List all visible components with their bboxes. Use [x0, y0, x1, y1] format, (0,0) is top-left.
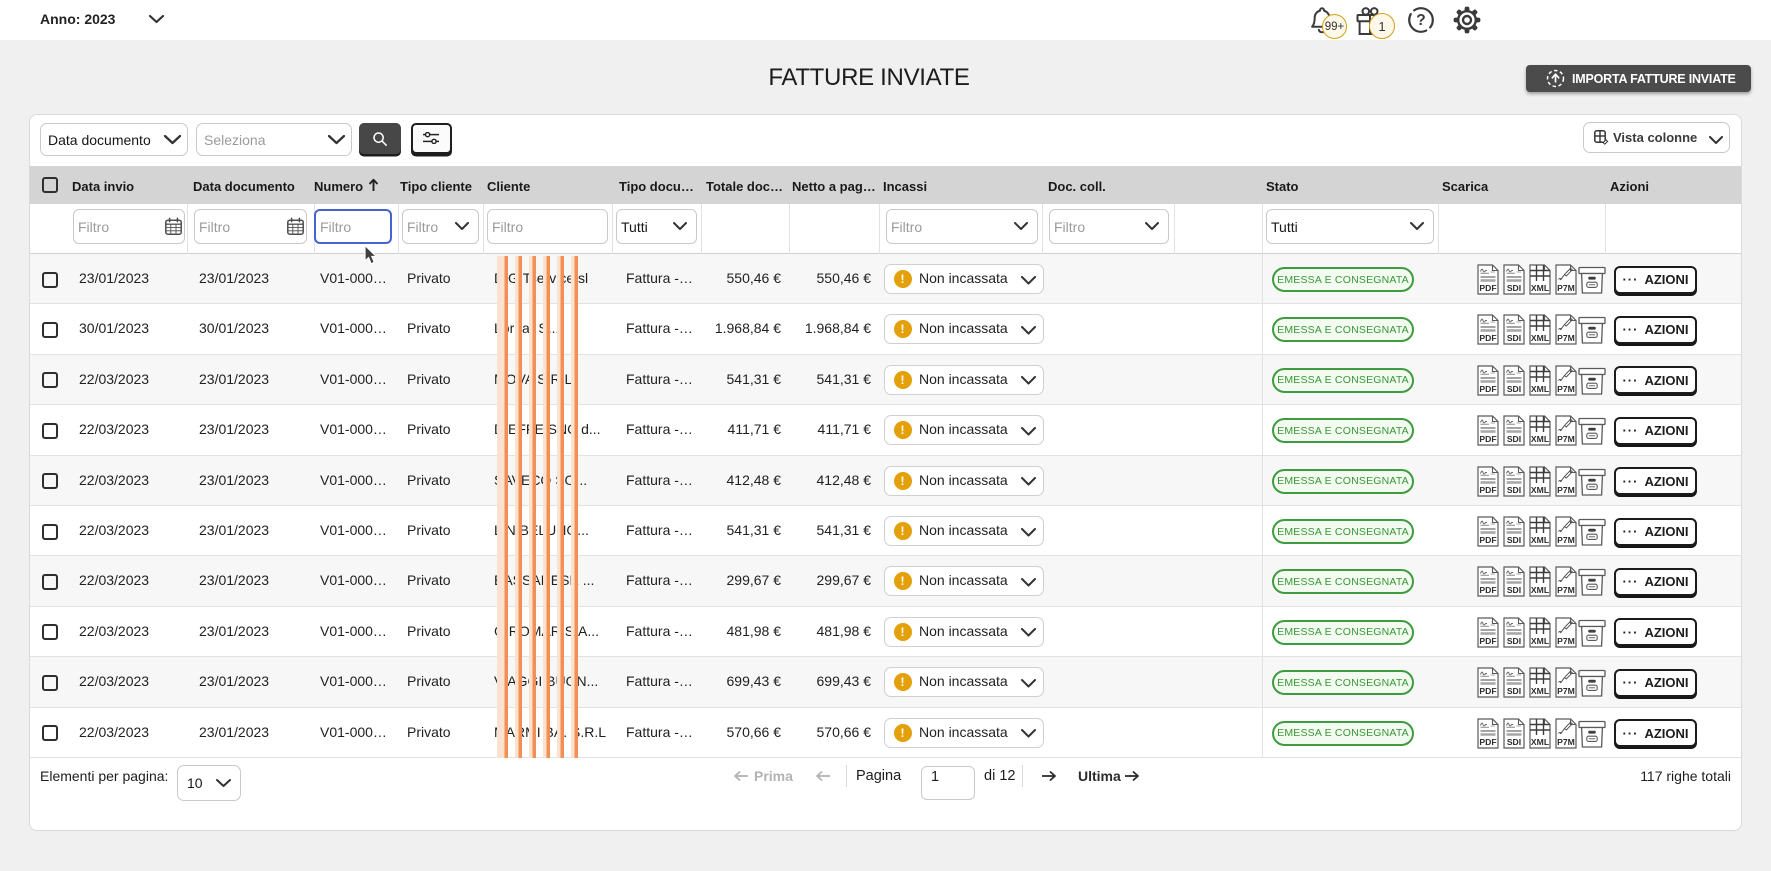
- svg-text:P7M: P7M: [1557, 434, 1575, 444]
- svg-text:SDI: SDI: [1507, 283, 1521, 293]
- svg-text:SDI: SDI: [1507, 333, 1521, 343]
- svg-text:P7M: P7M: [1557, 535, 1575, 545]
- svg-text:XML: XML: [1531, 585, 1549, 595]
- svg-text:?: ?: [1416, 12, 1425, 29]
- svg-text:P7M: P7M: [1557, 485, 1575, 495]
- svg-text:XML: XML: [1531, 535, 1549, 545]
- svg-text:XML: XML: [1531, 384, 1549, 394]
- svg-text:SDI: SDI: [1507, 585, 1521, 595]
- svg-text:XML: XML: [1531, 686, 1549, 696]
- svg-text:SDI: SDI: [1507, 535, 1521, 545]
- svg-text:P7M: P7M: [1557, 686, 1575, 696]
- svg-text:PDF: PDF: [1479, 737, 1496, 747]
- svg-text:PDF: PDF: [1479, 636, 1496, 646]
- svg-text:PDF: PDF: [1479, 283, 1496, 293]
- svg-text:PDF: PDF: [1479, 585, 1496, 595]
- svg-text:SDI: SDI: [1507, 485, 1521, 495]
- svg-text:P7M: P7M: [1557, 585, 1575, 595]
- svg-text:XML: XML: [1531, 434, 1549, 444]
- svg-text:P7M: P7M: [1557, 636, 1575, 646]
- svg-text:P7M: P7M: [1557, 384, 1575, 394]
- svg-text:PDF: PDF: [1479, 434, 1496, 444]
- svg-text:SDI: SDI: [1507, 686, 1521, 696]
- svg-text:XML: XML: [1531, 485, 1549, 495]
- svg-text:P7M: P7M: [1557, 333, 1575, 343]
- svg-text:P7M: P7M: [1557, 283, 1575, 293]
- svg-text:XML: XML: [1531, 283, 1549, 293]
- svg-text:SDI: SDI: [1507, 636, 1521, 646]
- svg-text:PDF: PDF: [1479, 384, 1496, 394]
- svg-text:SDI: SDI: [1507, 384, 1521, 394]
- svg-text:PDF: PDF: [1479, 686, 1496, 696]
- svg-text:PDF: PDF: [1479, 535, 1496, 545]
- svg-text:P7M: P7M: [1557, 737, 1575, 747]
- svg-text:SDI: SDI: [1507, 737, 1521, 747]
- svg-text:PDF: PDF: [1479, 333, 1496, 343]
- svg-text:PDF: PDF: [1479, 485, 1496, 495]
- svg-text:SDI: SDI: [1507, 434, 1521, 444]
- svg-text:XML: XML: [1531, 636, 1549, 646]
- svg-text:XML: XML: [1531, 333, 1549, 343]
- svg-text:XML: XML: [1531, 737, 1549, 747]
